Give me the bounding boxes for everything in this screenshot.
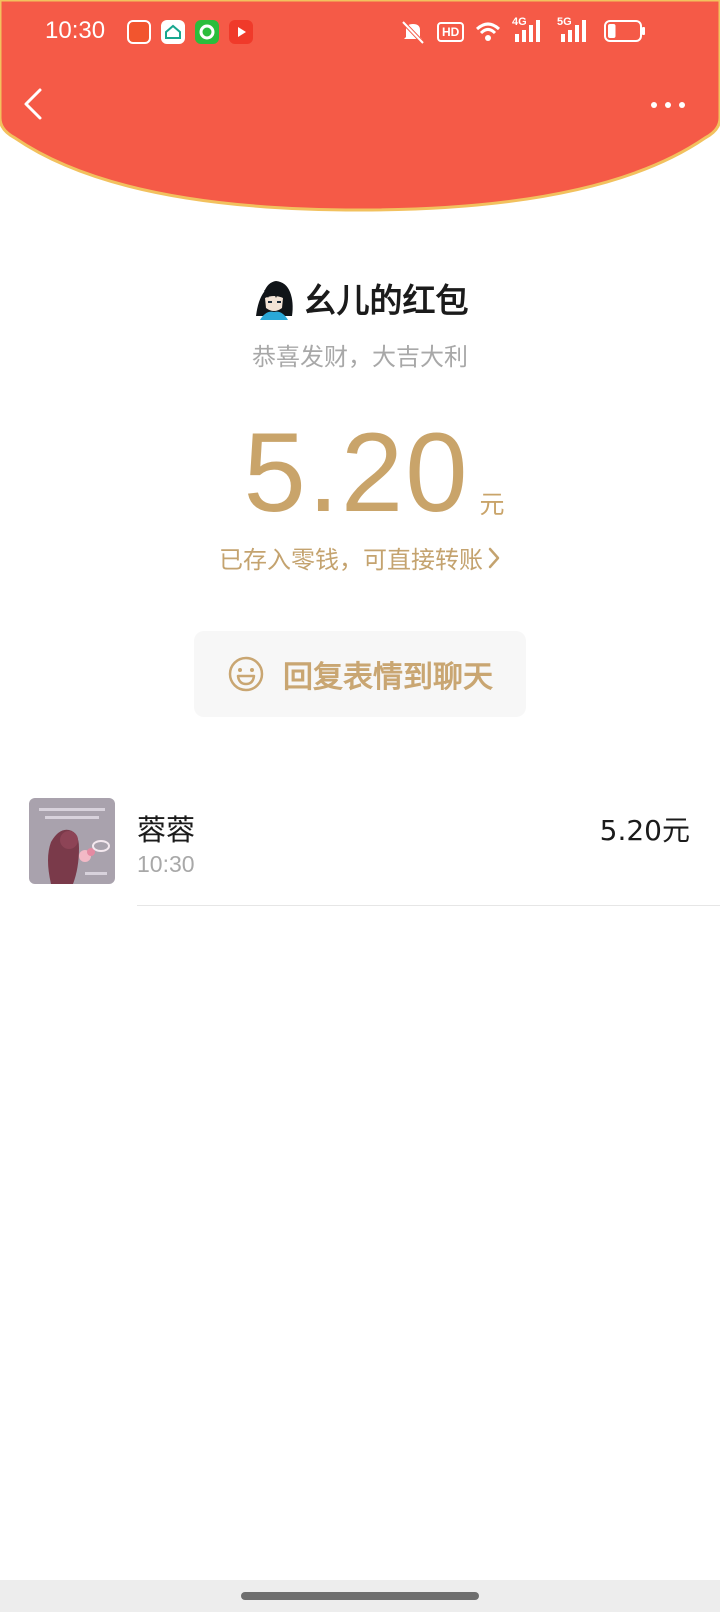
receiver-amount: 5.20元 [599,814,690,847]
app-icon-video [229,20,253,44]
app-icon-green [195,20,219,44]
app-icon-teal [161,20,185,44]
status-bar: 10:30 HD 4G 5G [0,0,720,66]
battery-icon [604,20,645,42]
receiver-list-item[interactable]: 蓉蓉 10:30 5.20元 [0,795,720,906]
red-packet-detail-page: 10:30 HD 4G 5G 幺儿的红包 恭喜发财，大吉大利 5.20 元 已存… [0,0,720,1612]
smiley-icon [228,656,264,692]
receiver-time: 10:30 [137,851,195,877]
status-time: 10:30 [45,17,106,44]
amount-row: 5.20 元 [0,410,720,535]
wallet-change-link[interactable]: 已存入零钱，可直接转账 [0,540,720,575]
sender-name: 幺儿的红包 [303,281,469,320]
amount-unit: 元 [479,490,505,519]
amount-value: 5.20 [243,410,470,535]
signal-icon [515,20,540,42]
sender-avatar [251,276,296,320]
reply-sticker-label: 回复表情到聊天 [283,660,493,695]
reply-sticker-button[interactable]: 回复表情到聊天 [194,631,526,717]
mute-bell-icon [401,20,425,45]
hd-badge: HD [437,22,465,42]
sender-row: 幺儿的红包 [0,274,720,322]
system-navigation-bar [0,1580,720,1612]
blessing-text: 恭喜发财，大吉大利 [252,343,468,371]
wallet-change-label: 已存入零钱，可直接转账 [219,546,483,574]
app-icon-red [127,20,151,44]
receiver-avatar [29,798,115,884]
list-divider [137,905,720,906]
chevron-right-icon [488,547,500,568]
more-options-icon[interactable] [648,96,688,114]
signal-icon-2 [561,20,586,42]
back-icon[interactable] [18,82,54,126]
wifi-icon [475,22,501,41]
receiver-name: 蓉蓉 [137,813,196,847]
home-indicator[interactable] [241,1592,479,1600]
